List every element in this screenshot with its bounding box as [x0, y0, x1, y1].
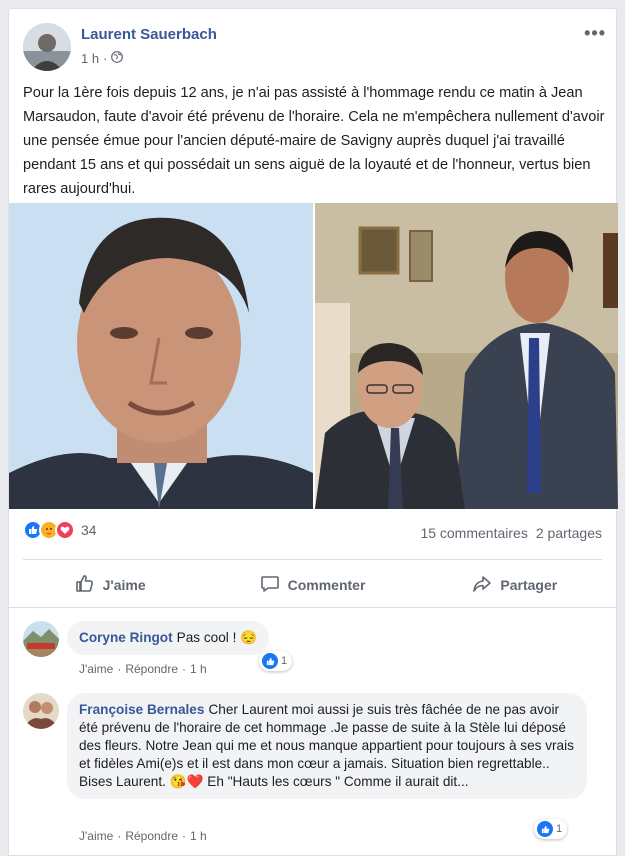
comment-time[interactable]: 1 h	[190, 829, 207, 843]
author-avatar[interactable]	[23, 23, 71, 71]
post-photo-two-men[interactable]	[315, 203, 618, 509]
separator: ·	[182, 829, 187, 843]
commenter-avatar[interactable]	[23, 693, 59, 729]
comment-like-link[interactable]: J'aime	[79, 829, 113, 843]
post-text: Pour la 1ère fois depuis 12 ans, je n'ai…	[23, 85, 605, 197]
share-icon	[472, 574, 492, 597]
divider	[9, 607, 616, 608]
post-photo-portrait[interactable]	[9, 203, 313, 509]
comment-bubble: Coryne Ringot Pas cool ! 😔	[67, 621, 270, 655]
comment-reply-link[interactable]: Répondre	[125, 829, 178, 843]
love-icon	[55, 520, 75, 540]
comment-like-badge[interactable]: 1	[534, 819, 568, 839]
comment-label: Commenter	[287, 577, 366, 593]
post-stats: 15 commentaires 2 partages	[420, 525, 602, 541]
post-actions: J'aime Commenter Partager	[9, 565, 616, 605]
comment-actions: J'aime · Répondre · 1 h	[79, 829, 207, 843]
thumbs-up-icon	[75, 574, 95, 597]
share-button[interactable]: Partager	[414, 565, 616, 605]
like-label: J'aime	[102, 577, 146, 593]
separator: ·	[117, 662, 122, 676]
commenter-avatar[interactable]	[23, 621, 59, 657]
comment-like-count: 1	[556, 823, 563, 835]
comment-like-link[interactable]: J'aime	[79, 662, 113, 676]
author-name[interactable]: Laurent Sauerbach	[81, 26, 217, 43]
shares-count[interactable]: 2 partages	[536, 525, 602, 541]
post-card: Laurent Sauerbach 1 h · ••• Pour la 1ère…	[8, 8, 618, 856]
comments-count[interactable]: 15 commentaires	[420, 525, 527, 541]
like-icon	[537, 821, 553, 837]
meta-separator: ·	[103, 51, 108, 66]
more-options-icon[interactable]: •••	[584, 23, 606, 44]
commenter-name[interactable]: Françoise Bernales	[79, 702, 204, 717]
share-label: Partager	[500, 577, 558, 593]
reaction-count: 34	[81, 522, 97, 538]
separator: ·	[117, 829, 122, 843]
globe-icon	[111, 51, 124, 66]
post-meta: 1 h ·	[81, 51, 124, 66]
comment-like-badge[interactable]: 1	[259, 651, 293, 671]
comment-button[interactable]: Commenter	[211, 565, 413, 605]
like-icon	[262, 653, 278, 669]
post-time[interactable]: 1 h	[81, 51, 99, 66]
like-button[interactable]: J'aime	[9, 565, 211, 605]
commenter-name[interactable]: Coryne Ringot	[79, 630, 173, 645]
comment-bubble: Françoise Bernales Cher Laurent moi aussi…	[67, 693, 587, 799]
comment-like-count: 1	[281, 655, 288, 667]
comment-time[interactable]: 1 h	[190, 662, 207, 676]
separator: ·	[182, 662, 187, 676]
comment-reply-link[interactable]: Répondre	[125, 662, 178, 676]
comment-icon	[260, 574, 280, 597]
comment-actions: J'aime · Répondre · 1 h	[79, 662, 207, 676]
divider	[23, 559, 602, 560]
comment-text: Pas cool ! 😔	[176, 630, 258, 645]
reactions-summary[interactable]: 34	[23, 520, 97, 540]
